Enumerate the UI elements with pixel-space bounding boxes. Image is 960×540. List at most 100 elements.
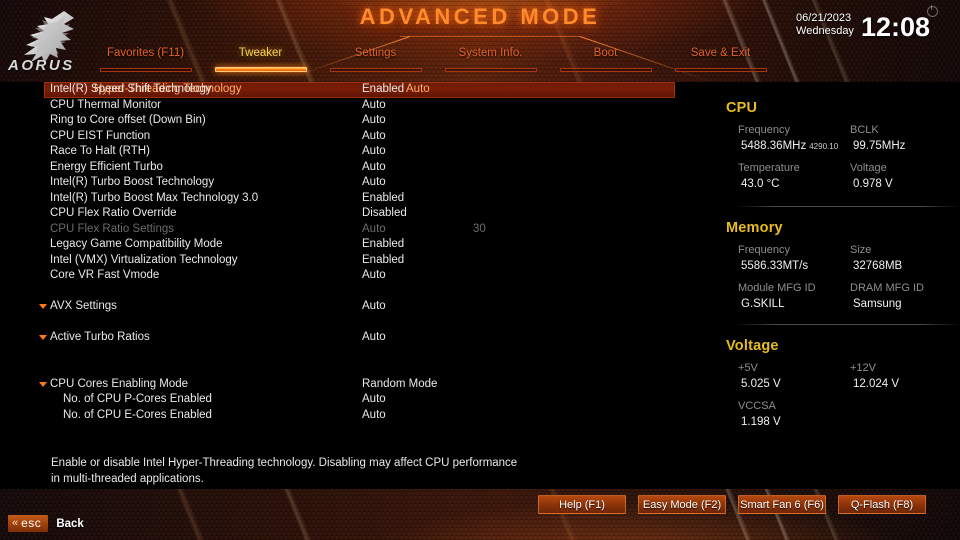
- settings-row[interactable]: Intel(R) Turbo Boost Technology Auto: [0, 175, 700, 191]
- settings-row[interactable]: No. of CPU E-Cores Enabled Auto: [0, 408, 700, 424]
- nav-tab-save-exit[interactable]: Save & Exit: [663, 46, 778, 74]
- setting-value[interactable]: Auto: [362, 175, 386, 191]
- setting-value[interactable]: Auto: [362, 222, 386, 238]
- settings-row[interactable]: Intel(R) Turbo Boost Max Technology 3.0 E…: [0, 191, 700, 207]
- setting-value[interactable]: Auto: [362, 144, 386, 160]
- setting-name: Ring to Core offset (Down Bin): [50, 114, 206, 126]
- function-button-easy-mode-f2[interactable]: Easy Mode (F2): [638, 495, 726, 514]
- nav-tab-underline: [444, 68, 537, 72]
- setting-name: CPU Thermal Monitor: [50, 98, 161, 111]
- settings-row[interactable]: Core VR Fast Vmode Auto: [0, 268, 700, 284]
- settings-row[interactable]: CPU Flex Ratio Settings Auto 30: [0, 222, 700, 238]
- settings-list: Hyper-Threading Technology Auto Intel(R) S…: [0, 82, 700, 423]
- settings-row[interactable]: Race To Halt (RTH) Auto: [0, 144, 700, 160]
- setting-value[interactable]: Enabled: [362, 191, 404, 207]
- info-cell-label: Frequency: [738, 124, 790, 136]
- settings-row[interactable]: Intel(R) Speed Shift Technology Enabled: [0, 82, 700, 98]
- info-cell: Frequency 5488.36MHz 4290.10: [738, 122, 850, 155]
- info-cell-value: 43.0 °C: [738, 176, 850, 192]
- setting-name: No. of CPU E-Cores Enabled: [63, 408, 212, 421]
- setting-name: Energy Efficient Turbo: [50, 160, 163, 173]
- info-cell: BCLK 99.75MHz: [850, 122, 960, 154]
- nav-tab-boot[interactable]: Boot: [548, 46, 663, 74]
- date-block: 06/21/2023 Wednesday: [796, 12, 854, 41]
- info-cell-label: Voltage: [850, 162, 887, 174]
- info-cell: +12V 12.024 V: [850, 360, 960, 392]
- info-cell-value-main: 5488.36MHz: [741, 140, 807, 152]
- setting-value[interactable]: Auto: [362, 330, 386, 346]
- info-cell-value-main: 5.025 V: [741, 378, 781, 390]
- info-cell-label: Temperature: [738, 162, 800, 174]
- nav-tab-label: Settings: [354, 47, 397, 59]
- esc-key-chip[interactable]: « esc: [8, 515, 49, 532]
- info-cell-value: 5.025 V: [738, 376, 850, 392]
- info-section-grid: Frequency 5586.33MT/s Size 32768MB Module MF…: [726, 242, 960, 318]
- setting-value[interactable]: Auto: [362, 113, 386, 129]
- settings-row[interactable]: Active Turbo Ratios Auto: [0, 330, 700, 346]
- settings-row[interactable]: Legacy Game Compatibility Mode Enabled: [0, 237, 700, 253]
- nav-tab-underline: [559, 68, 652, 72]
- nav-tab-label: Favorites (F11): [106, 47, 185, 59]
- settings-row[interactable]: CPU EIST Function Auto: [0, 129, 700, 145]
- info-cell-value-main: 0.978 V: [853, 178, 893, 190]
- main-navigation-tabs: Favorites (F11) Tweaker Settings System Inf…: [88, 46, 778, 74]
- function-button-q-flash-f8[interactable]: Q-Flash (F8): [838, 495, 926, 514]
- info-cell-label: DRAM MFG ID: [850, 282, 924, 294]
- info-cell-label: BCLK: [850, 124, 879, 136]
- setting-name: Core VR Fast Vmode: [50, 269, 160, 281]
- back-label: Back: [56, 517, 84, 530]
- setting-value[interactable]: Auto: [362, 160, 386, 176]
- setting-name: Intel (VMX) Virtualization Technology: [50, 253, 238, 266]
- nav-tab-underline: [214, 67, 307, 72]
- function-button-help-f1[interactable]: Help (F1): [538, 495, 626, 514]
- setting-value[interactable]: Auto: [362, 129, 386, 145]
- settings-row[interactable]: Intel (VMX) Virtualization Technology Ena…: [0, 253, 700, 269]
- settings-row[interactable]: Ring to Core offset (Down Bin) Auto: [0, 113, 700, 129]
- info-section-title: CPU: [726, 100, 758, 116]
- nav-tab-label: Boot: [593, 47, 618, 59]
- nav-tab-favorites-f11[interactable]: Favorites (F11): [88, 46, 203, 74]
- setting-value[interactable]: Random Mode: [362, 377, 437, 393]
- time-text: 12:08: [860, 12, 930, 42]
- info-cell: Frequency 5586.33MT/s: [738, 242, 850, 274]
- info-cell-label: Module MFG ID: [738, 282, 816, 294]
- chevron-left-icon: «: [12, 517, 19, 529]
- info-cell: Size 32768MB: [850, 242, 960, 274]
- info-panel-divider: [736, 206, 960, 207]
- datetime-display: 06/21/2023 Wednesday 12:08: [796, 12, 930, 41]
- info-cell-label: Frequency: [738, 244, 790, 256]
- settings-row[interactable]: AVX Settings Auto: [0, 299, 700, 315]
- header-accent-line-mid: [400, 36, 580, 37]
- esc-back-button[interactable]: « esc Back: [8, 515, 84, 532]
- nav-tab-label: System Info.: [458, 47, 523, 59]
- info-section-title: Memory: [726, 220, 783, 236]
- main-content-area: Hyper-Threading Technology Auto Intel(R) S…: [0, 82, 960, 458]
- nav-tab-tweaker[interactable]: Tweaker: [203, 46, 318, 74]
- info-cell: Temperature 43.0 °C: [738, 160, 850, 192]
- settings-row[interactable]: CPU Cores Enabling Mode Random Mode: [0, 377, 700, 393]
- setting-value[interactable]: Auto: [362, 299, 386, 315]
- nav-tab-system-info[interactable]: System Info.: [433, 46, 548, 74]
- nav-tab-settings[interactable]: Settings: [318, 46, 433, 74]
- setting-value[interactable]: Enabled: [362, 253, 404, 269]
- setting-value[interactable]: Enabled: [362, 82, 404, 98]
- settings-row[interactable]: Energy Efficient Turbo Auto: [0, 160, 700, 176]
- settings-row[interactable]: CPU Thermal Monitor Auto: [0, 98, 700, 114]
- setting-value[interactable]: Enabled: [362, 237, 404, 253]
- settings-row[interactable]: CPU Flex Ratio Override Disabled: [0, 206, 700, 222]
- setting-name: No. of CPU P-Cores Enabled: [63, 393, 212, 405]
- setting-value[interactable]: Auto: [362, 98, 386, 114]
- info-cell: VCCSA 1.198 V: [738, 398, 850, 430]
- settings-row[interactable]: No. of CPU P-Cores Enabled Auto: [0, 392, 700, 408]
- system-info-panel: CPU Frequency 5488.36MHz 4290.10 BCLK 99.75MH…: [726, 82, 960, 458]
- nav-tab-underline: [674, 68, 767, 72]
- setting-value[interactable]: Auto: [362, 408, 386, 424]
- function-button-smart-fan-6-f6[interactable]: Smart Fan 6 (F6): [738, 495, 826, 514]
- setting-value[interactable]: Disabled: [362, 206, 407, 222]
- setting-value[interactable]: Auto: [362, 268, 386, 284]
- nav-tab-underline: [329, 68, 422, 72]
- setting-name: Intel(R) Turbo Boost Technology: [50, 176, 215, 188]
- setting-name: Active Turbo Ratios: [50, 331, 150, 343]
- setting-value[interactable]: Auto: [362, 392, 386, 408]
